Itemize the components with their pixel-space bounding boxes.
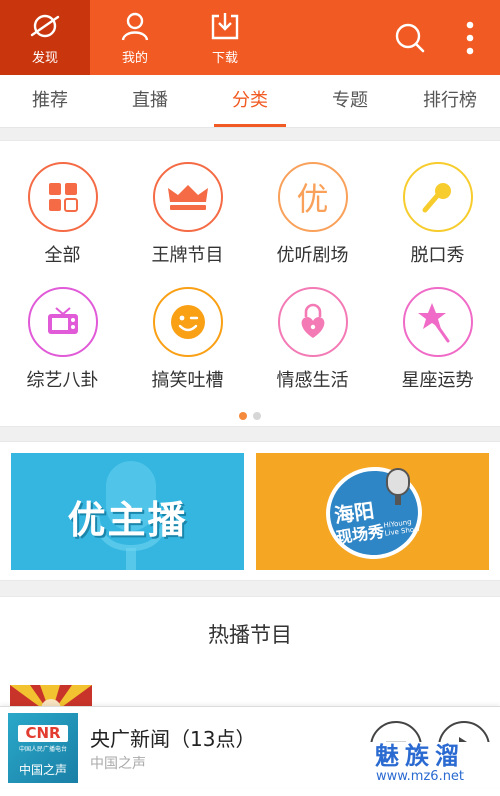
planet-icon	[30, 14, 60, 37]
tab-category[interactable]: 分类	[200, 75, 300, 127]
search-icon	[395, 23, 425, 52]
category-label: 综艺八卦	[26, 370, 99, 391]
page-dot	[253, 412, 261, 420]
microphone-icon	[422, 183, 451, 213]
you-character-icon: 优	[296, 180, 329, 218]
tv-icon	[47, 307, 78, 334]
grid-icon	[48, 183, 78, 212]
now-playing-title: 央广新闻（13点）	[90, 727, 256, 751]
station-logo: CNR 中国人民广播电台 中国之声	[8, 713, 78, 783]
tab-live[interactable]: 直播	[100, 75, 200, 127]
now-playing-subtitle: 中国之声	[90, 756, 146, 772]
category-emotion[interactable]: 情感生活	[250, 287, 375, 392]
nav-discover[interactable]: 发现	[0, 0, 90, 75]
watermark: 魅族溜 www.mz6.net	[340, 742, 500, 788]
watermark-url: www.mz6.net	[375, 769, 465, 784]
user-icon	[121, 12, 149, 40]
category-talkshow[interactable]: 脱口秀	[375, 162, 500, 267]
category-label: 优听剧场	[276, 245, 349, 266]
banner-live-show[interactable]: 海阳 现场秀 HiYoung Live Show	[256, 453, 489, 570]
microphone-icon	[386, 468, 410, 505]
category-label: 脱口秀	[410, 245, 465, 266]
tab-ranking[interactable]: 排行榜	[400, 75, 500, 127]
category-funny[interactable]: 搞笑吐槽	[125, 287, 250, 392]
more-button[interactable]	[440, 0, 500, 75]
heart-lock-icon	[301, 303, 324, 338]
star-wand-icon	[417, 303, 449, 343]
top-bar: 发现 我的 下载	[0, 0, 500, 75]
section-title: 热播节目	[208, 623, 292, 647]
tab-recommend[interactable]: 推荐	[0, 75, 100, 127]
page-dot-active	[239, 412, 247, 420]
banner-title: 优主播	[67, 498, 188, 542]
category-ace-shows[interactable]: 王牌节目	[125, 162, 250, 267]
category-panel: 全部 王牌节目 优 优听剧场 脱口秀 综艺八卦 搞笑吐槽 情感生活 星座运势	[0, 140, 500, 427]
page-indicator	[0, 405, 500, 424]
nav-mine-label: 我的	[121, 50, 148, 66]
category-all[interactable]: 全部	[0, 162, 125, 267]
category-horoscope[interactable]: 星座运势	[375, 287, 500, 392]
category-theater[interactable]: 优 优听剧场	[250, 162, 375, 267]
download-icon	[211, 12, 239, 39]
category-label: 搞笑吐槽	[151, 370, 224, 391]
category-label: 星座运势	[401, 370, 474, 391]
nav-discover-label: 发现	[31, 50, 58, 66]
category-label: 全部	[44, 245, 81, 266]
category-label: 王牌节目	[151, 245, 224, 266]
banner-panel: 优主播 海阳 现场秀 HiYoung Live Show	[0, 441, 500, 581]
banner-top-host[interactable]: 优主播	[11, 453, 244, 570]
more-vertical-icon	[466, 21, 474, 54]
crown-icon	[167, 185, 208, 210]
logo-small-text: 中国人民广播电台	[18, 746, 67, 753]
category-variety[interactable]: 综艺八卦	[0, 287, 125, 392]
logo-text: CNR	[18, 725, 68, 742]
tab-topic[interactable]: 专题	[300, 75, 400, 127]
nav-mine[interactable]: 我的	[90, 0, 180, 75]
nav-download-label: 下载	[211, 50, 238, 66]
logo-name: 中国之声	[18, 763, 67, 777]
nav-download[interactable]: 下载	[180, 0, 270, 75]
smiley-icon	[170, 305, 205, 339]
watermark-title: 魅族溜	[375, 742, 465, 770]
tab-bar: 推荐 直播 分类 专题 排行榜	[0, 75, 500, 128]
search-button[interactable]	[380, 0, 440, 75]
category-label: 情感生活	[276, 370, 349, 391]
